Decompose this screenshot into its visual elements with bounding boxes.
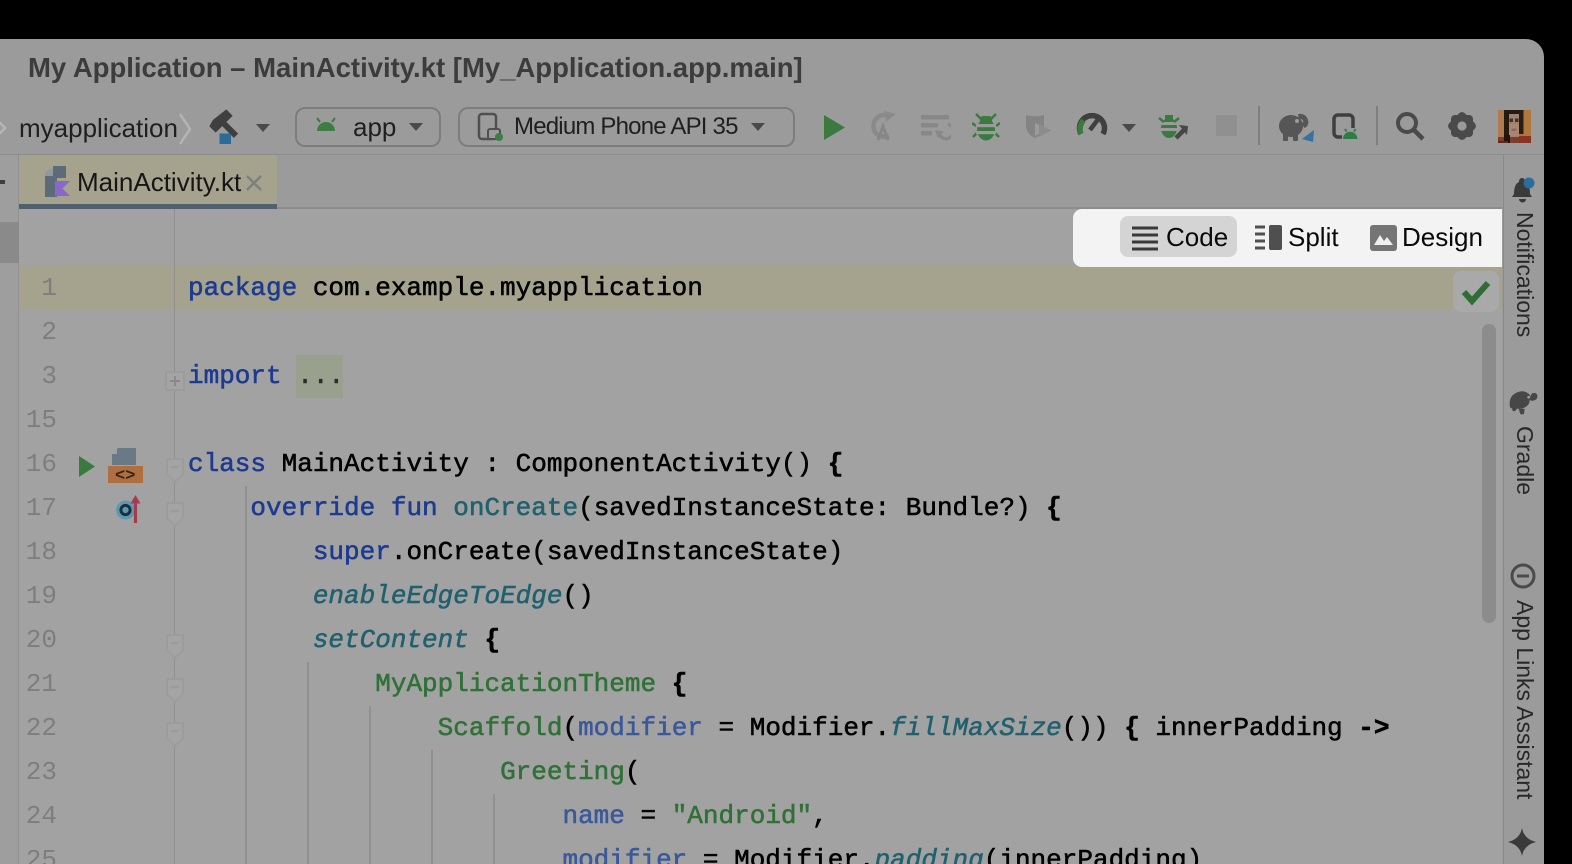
svg-text:<>: <> (115, 467, 135, 483)
